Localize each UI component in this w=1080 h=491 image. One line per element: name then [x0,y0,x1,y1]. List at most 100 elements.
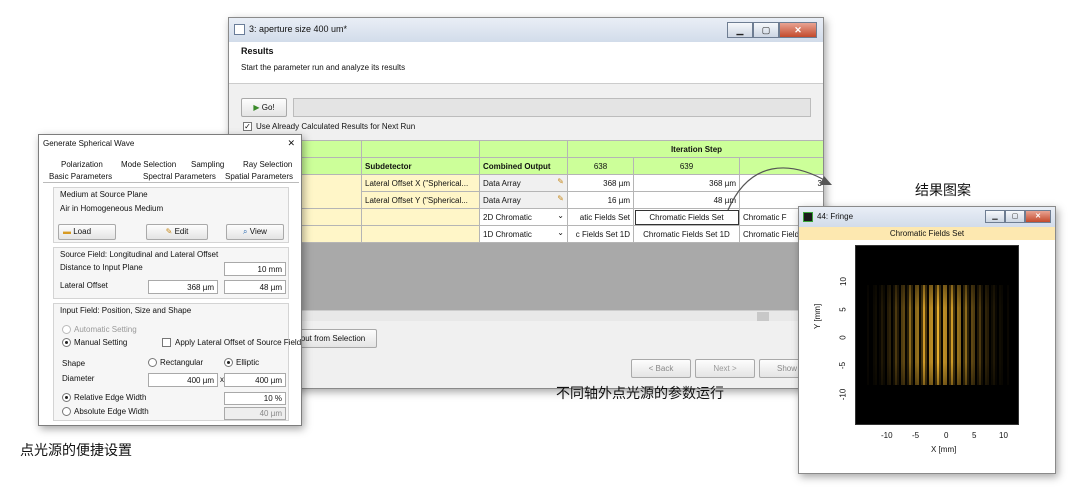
results-titlebar[interactable]: 3: aperture size 400 um* ▁ ▢ ✕ [229,18,823,42]
relative-edge-label: Relative Edge Width [74,393,147,402]
tab-spatial-parameters[interactable]: Spatial Parameters [225,172,293,181]
col-subdetector-header: Subdetector [361,157,480,175]
absolute-edge-input[interactable]: 40 µm [224,407,286,420]
lateral-offset-label: Lateral Offset [60,281,108,290]
manual-setting-label: Manual Setting [74,338,128,347]
lateral-offset-y-input[interactable]: 48 µm [224,280,286,294]
apply-lateral-checkbox[interactable] [162,338,171,347]
tab-basic-parameters[interactable]: Basic Parameters [49,172,112,181]
medium-group: Medium at Source Plane Air in Homogeneou… [53,187,289,243]
x-tick-label: -5 [912,431,920,440]
horizontal-scrollbar[interactable] [229,310,823,321]
caption-param-run: 不同轴外点光源的参数运行 [556,386,724,402]
row2-out-select[interactable]: 2D Chromatic ⌄ [479,208,568,226]
y-tick-label: 10 [838,277,848,286]
chevron-down-icon[interactable]: ⌄ [557,211,564,220]
row1-out-b-cell[interactable]: Data Array ✎ [479,191,568,209]
header-empty-3 [479,140,568,158]
table-header-row: Iteration Step [229,140,823,158]
input-group-title: Input Field: Position, Size and Shape [60,306,192,315]
medium-value: Air in Homogeneous Medium [60,204,164,213]
connector-arrow [727,167,832,211]
close-icon[interactable]: ✕ [287,138,295,149]
folder-icon: ▬ [63,227,71,236]
tab-spectral-parameters[interactable]: Spectral Parameters [143,172,216,181]
maximize-icon[interactable]: ▢ [753,22,779,38]
dialog-title: Generate Spherical Wave [43,139,135,148]
use-calculated-checkbox[interactable]: ✓ [243,122,252,131]
y-tick-label: 5 [838,307,848,312]
table-row[interactable]: X-Axis (Ca... 1D Chromatic ⌄ c Fields Se… [229,225,823,243]
y-tick-label: -10 [838,388,848,401]
lateral-offset-x-input[interactable]: 368 µm [148,280,218,294]
tabs-row-1: Polarization Mode Selection Sampling Ray… [43,159,299,171]
close-icon[interactable]: ✕ [1025,210,1051,223]
row1-out-a: Data Array [483,178,521,188]
row1-sub-b: Lateral Offset Y ("Spherical... [361,191,480,209]
next-button[interactable]: Next > [695,359,755,378]
results-heading: Results [241,46,274,56]
row3-out-select[interactable]: 1D Chromatic ⌄ [479,225,568,243]
window-app-icon [234,24,245,35]
results-window-title: 3: aperture size 400 um* [249,24,348,34]
minimize-icon[interactable]: ▁ [727,22,753,38]
fringe-window-controls: ▁ ▢ ✕ [985,210,1051,223]
row3-638: c Fields Set 1D [567,225,634,243]
pencil-icon[interactable]: ✎ [557,177,564,186]
input-field-group: Input Field: Position, Size and Shape Au… [53,303,301,421]
row1-638-b: 16 µm [567,191,634,209]
col-combined-header: Combined Output [479,157,568,175]
elliptic-radio[interactable] [224,358,233,367]
row1-638-a: 368 µm [567,174,634,192]
pencil-icon[interactable]: ✎ [557,194,564,203]
source-group-title: Source Field: Longitudinal and Lateral O… [60,250,219,259]
view-button[interactable]: ⌕ View [226,224,284,240]
tab-sampling[interactable]: Sampling [191,160,224,169]
tab-mode-selection[interactable]: Mode Selection [121,160,176,169]
auto-setting-radio[interactable] [62,325,71,334]
x-tick-label: 10 [999,431,1008,440]
diameter-y-input[interactable]: 400 µm [224,373,286,387]
absolute-edge-radio[interactable] [62,407,71,416]
play-icon: ▶ [253,103,260,112]
diameter-x-input[interactable]: 400 µm [148,373,218,387]
rectangular-radio[interactable] [148,358,157,367]
edit-button[interactable]: ✎ Edit [146,224,208,240]
x-axis-label: X [mm] [931,445,957,454]
output-from-selection-button[interactable]: put from Selection [289,329,377,348]
chevron-down-icon[interactable]: ⌄ [557,228,564,237]
maximize-icon[interactable]: ▢ [1005,210,1025,223]
row3-sub [361,225,480,243]
relative-edge-radio[interactable] [62,393,71,402]
fringe-subtitle: Chromatic Fields Set [889,229,965,238]
fringe-axis-frame [855,245,1019,425]
load-button[interactable]: ▬ Load [58,224,116,240]
manual-setting-radio[interactable] [62,338,71,347]
x-tick-label: 5 [972,431,977,440]
source-field-group: Source Field: Longitudinal and Lateral O… [53,247,289,299]
go-button[interactable]: ▶ Go! [241,98,287,117]
auto-setting-label: Automatic Setting [74,325,137,334]
minimize-icon[interactable]: ▁ [985,210,1005,223]
tab-ray-selection[interactable]: Ray Selection [243,160,292,169]
spherical-wave-dialog: Generate Spherical Wave ✕ Polarization M… [38,134,302,426]
distance-label: Distance to Input Plane [60,263,143,272]
back-button[interactable]: < Back [631,359,691,378]
row1-out-a-cell[interactable]: Data Array ✎ [479,174,568,192]
window-controls: ▁ ▢ ✕ [727,22,817,38]
dialog-titlebar[interactable]: Generate Spherical Wave ✕ [39,135,301,153]
caption-result-pattern: 结果图案 [915,183,971,199]
y-tick-label: -5 [838,361,848,370]
relative-edge-input[interactable]: 10 % [224,392,286,405]
results-subheading: Start the parameter run and analyze its … [241,63,406,72]
elliptic-label: Elliptic [236,358,260,367]
fringe-window: 44: Fringe ▁ ▢ ✕ Chromatic Fields Set Y … [798,206,1056,474]
rectangular-label: Rectangular [160,358,204,367]
scrollbar-thumb[interactable] [757,312,769,321]
distance-input[interactable]: 10 mm [224,262,286,276]
tab-polarization[interactable]: Polarization [61,160,103,169]
caption-quick-setup: 点光源的便捷设置 [20,443,132,459]
close-icon[interactable]: ✕ [779,22,817,38]
x-tick-label: 0 [944,431,949,440]
medium-group-title: Medium at Source Plane [60,190,148,199]
